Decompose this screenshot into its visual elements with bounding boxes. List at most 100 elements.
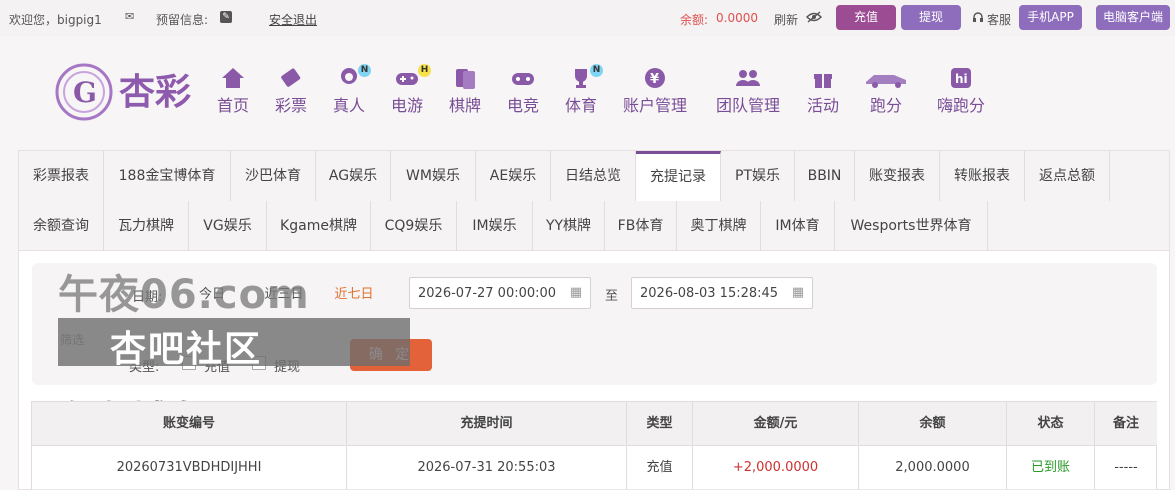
customer-service-link[interactable]: 客服 bbox=[987, 11, 1011, 28]
reserve-info-label: 预留信息: bbox=[156, 13, 209, 27]
tab-transfer-report[interactable]: 转账报表 bbox=[940, 151, 1025, 201]
hi-run-icon: hi bbox=[933, 66, 989, 92]
nav-home[interactable]: 首页 bbox=[214, 66, 252, 116]
withdraw-checkbox[interactable] bbox=[252, 356, 266, 370]
gamepad-icon: H bbox=[388, 64, 431, 92]
tab-wesports[interactable]: Wesports世界体育 bbox=[835, 201, 988, 251]
tab-ag[interactable]: AG娱乐 bbox=[316, 151, 391, 201]
table-row-balance: 2,000.0000 bbox=[859, 446, 1007, 490]
records-table: 账变编号 充提时间 类型 金额/元 余额 状态 备注 20260731VBDHD… bbox=[31, 401, 1157, 490]
to-label: 至 bbox=[605, 289, 619, 304]
deposit-button[interactable]: 充值 bbox=[836, 5, 896, 30]
home-icon bbox=[214, 66, 252, 92]
deposit-option-label: 充值 bbox=[204, 360, 231, 375]
end-date-input[interactable] bbox=[631, 277, 813, 309]
header-balance: 余额 bbox=[859, 402, 1007, 446]
tab-pt[interactable]: PT娱乐 bbox=[721, 151, 795, 201]
start-date-input[interactable] bbox=[409, 277, 591, 309]
tab-fb-sports[interactable]: FB体育 bbox=[605, 201, 677, 251]
calendar-icon[interactable]: ▦ bbox=[790, 285, 806, 301]
tab-cq9[interactable]: CQ9娱乐 bbox=[371, 201, 457, 251]
report-tabs: 彩票报表 188金宝博体育 沙巴体育 AG娱乐 WM娱乐 AE娱乐 日结总览 充… bbox=[19, 151, 1169, 251]
nav-account[interactable]: ¥ 账户管理 bbox=[620, 66, 690, 116]
race-car-icon bbox=[862, 66, 910, 92]
tab-kgame[interactable]: Kgame棋牌 bbox=[267, 201, 371, 251]
filter-side-label: 筛选 bbox=[60, 333, 85, 347]
welcome-text: 欢迎您，bigpig1 bbox=[9, 13, 102, 27]
tab-ae[interactable]: AE娱乐 bbox=[476, 151, 551, 201]
deposit-checkbox[interactable] bbox=[182, 356, 196, 370]
trophy-icon: N bbox=[562, 64, 603, 92]
brand-logo[interactable]: G 杏彩 bbox=[55, 62, 210, 122]
tab-odin[interactable]: 奥丁棋牌 bbox=[677, 201, 761, 251]
mail-icon[interactable]: ✉ bbox=[125, 11, 137, 23]
date-label: 日期: bbox=[132, 290, 163, 305]
gift-icon bbox=[804, 66, 842, 92]
nav-promotions[interactable]: 活动 bbox=[804, 66, 842, 116]
nav-sports[interactable]: N 体育 bbox=[562, 64, 603, 116]
quick-today[interactable]: 今日 bbox=[190, 282, 234, 308]
new-badge: N bbox=[358, 64, 371, 77]
tab-188[interactable]: 188金宝博体育 bbox=[104, 151, 231, 201]
calendar-icon[interactable]: ▦ bbox=[568, 285, 584, 301]
tab-lottery-report[interactable]: 彩票报表 bbox=[19, 151, 104, 201]
live-dealer-icon: N bbox=[330, 64, 371, 92]
table-row-type: 充值 bbox=[627, 446, 693, 490]
table-row-status: 已到账 bbox=[1007, 446, 1095, 490]
balance-value: 0.0000 bbox=[716, 11, 758, 25]
table-row-id: 20260731VBDHDIJHHI bbox=[32, 446, 347, 490]
nav-esports[interactable]: 电竞 bbox=[504, 66, 542, 116]
tab-vg[interactable]: VG娱乐 bbox=[189, 201, 267, 251]
nav-team[interactable]: 团队管理 bbox=[713, 66, 783, 116]
tab-rebate-total[interactable]: 返点总额 bbox=[1025, 151, 1110, 201]
confirm-button[interactable]: 确 定 bbox=[350, 339, 432, 371]
withdraw-option-label: 提现 bbox=[274, 360, 301, 375]
tab-wali[interactable]: 瓦力棋牌 bbox=[104, 201, 189, 251]
edit-icon[interactable]: ✎ bbox=[220, 11, 232, 23]
lottery-ticket-icon bbox=[272, 66, 310, 92]
tab-wm[interactable]: WM娱乐 bbox=[391, 151, 476, 201]
mobile-app-button[interactable]: 手机APP bbox=[1019, 5, 1082, 30]
logout-link[interactable]: 安全退出 bbox=[269, 11, 317, 28]
svg-text:hi: hi bbox=[955, 72, 968, 86]
withdraw-button[interactable]: 提现 bbox=[901, 5, 961, 30]
quick-three-days[interactable]: 近三日 bbox=[256, 282, 312, 308]
tab-saba[interactable]: 沙巴体育 bbox=[231, 151, 316, 201]
quick-seven-days[interactable]: 近七日 bbox=[326, 282, 382, 308]
tab-daily-summary[interactable]: 日结总览 bbox=[551, 151, 636, 201]
svg-text:G: G bbox=[73, 76, 97, 109]
team-icon bbox=[713, 66, 783, 92]
nav-run-score[interactable]: 跑分 bbox=[862, 66, 910, 116]
header-type: 类型 bbox=[627, 402, 693, 446]
header-remark: 备注 bbox=[1095, 402, 1157, 446]
tab-im[interactable]: IM娱乐 bbox=[457, 201, 533, 251]
filter-area: 筛选 日期: 今日 近三日 近七日 ▦ 至 ▦ 类型: 充值 提现 确 定 bbox=[32, 263, 1157, 385]
balance-label: 余额: bbox=[680, 13, 709, 27]
tab-account-change[interactable]: 账变报表 bbox=[855, 151, 940, 201]
cards-icon bbox=[446, 66, 484, 92]
type-label: 类型: bbox=[129, 360, 160, 375]
headset-icon[interactable] bbox=[972, 11, 984, 23]
nav-chess-cards[interactable]: 棋牌 bbox=[446, 66, 484, 116]
yen-coin-icon: ¥ bbox=[620, 66, 690, 92]
svg-text:¥: ¥ bbox=[650, 72, 659, 87]
new-badge: N bbox=[590, 64, 603, 77]
nav-live-dealer[interactable]: N 真人 bbox=[330, 64, 371, 116]
tab-deposit-withdraw-records[interactable]: 充提记录 bbox=[636, 151, 721, 201]
pc-client-button[interactable]: 电脑客户端 bbox=[1096, 5, 1170, 30]
tab-im-sports[interactable]: IM体育 bbox=[761, 201, 835, 251]
tab-balance-inquiry[interactable]: 余额查询 bbox=[19, 201, 104, 251]
logo-text: 杏彩 bbox=[119, 72, 191, 113]
refresh-link[interactable]: 刷新 bbox=[774, 11, 798, 28]
header-amount: 金额/元 bbox=[693, 402, 859, 446]
header-status: 状态 bbox=[1007, 402, 1095, 446]
eye-off-icon[interactable] bbox=[806, 11, 822, 23]
nav-slots[interactable]: H 电游 bbox=[388, 64, 431, 116]
tab-yy[interactable]: YY棋牌 bbox=[533, 201, 605, 251]
nav-lottery[interactable]: 彩票 bbox=[272, 66, 310, 116]
tab-bbin[interactable]: BBIN bbox=[795, 151, 855, 201]
header-time: 充提时间 bbox=[347, 402, 627, 446]
table-row-time: 2026-07-31 20:55:03 bbox=[347, 446, 627, 490]
nav-hi-run[interactable]: hi 嗨跑分 bbox=[933, 66, 989, 116]
esports-controller-icon bbox=[504, 66, 542, 92]
